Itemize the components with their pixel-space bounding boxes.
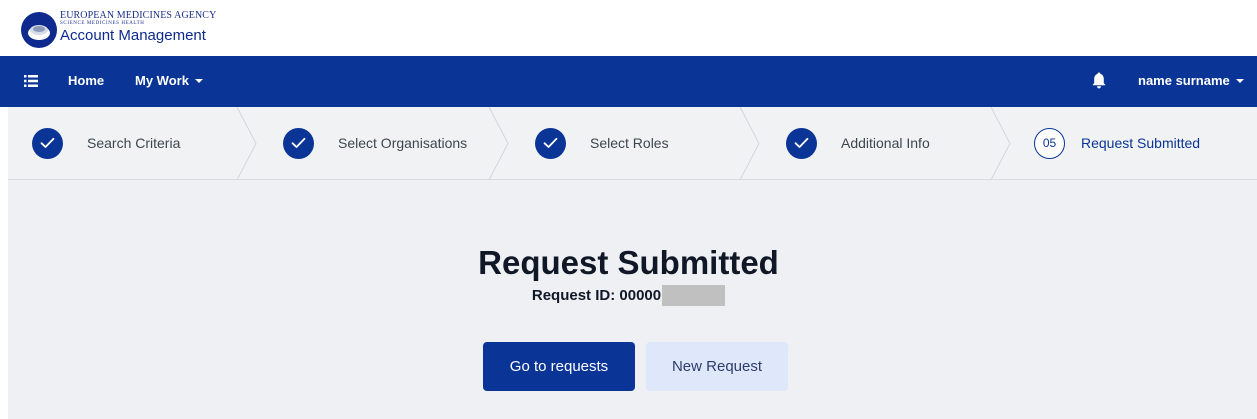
ema-logo [21,12,57,48]
nav-home[interactable]: Home [68,73,104,89]
agency-name: EUROPEAN MEDICINES AGENCY [60,10,217,21]
step-search-criteria: Search Criteria [32,107,180,179]
step-select-roles: Select Roles [535,107,669,179]
step-divider [990,107,1011,180]
step-divider [236,107,257,180]
step-request-submitted: 05 Request Submitted [1034,107,1200,179]
step-label: Search Criteria [87,135,181,151]
bell-icon[interactable] [1092,72,1106,89]
check-icon [32,127,63,159]
step-number: 05 [1034,127,1065,159]
top-navbar: Home My Work name surname [0,56,1257,107]
brand-text: EUROPEAN MEDICINES AGENCY SCIENCE MEDICI… [60,10,216,45]
redacted-block [662,285,726,306]
step-additional-info: Additional Info [786,107,930,179]
request-id-row: Request ID: 00000 [0,285,1257,306]
check-icon [786,127,817,159]
step-label: Select Organisations [338,135,468,151]
step-label: Select Roles [590,135,669,151]
new-request-button[interactable]: New Request [646,342,788,391]
nav-my-work[interactable]: My Work [135,73,203,89]
page-title: Request Submitted [478,244,779,281]
brand-header: EUROPEAN MEDICINES AGENCY SCIENCE MEDICI… [0,0,1257,56]
chevron-down-icon [194,79,203,83]
step-label: Additional Info [841,135,930,151]
check-icon [535,127,566,159]
step-select-organisations: Select Organisations [283,107,467,179]
step-label: Request Submitted [1081,135,1201,151]
request-id: Request ID: 00000 [531,286,662,304]
go-to-requests-button[interactable]: Go to requests [483,342,635,391]
nav-my-work-label: My Work [135,73,189,88]
user-menu[interactable]: name surname [1138,73,1244,89]
progress-stepper: Search Criteria Select Organisations Sel… [8,107,1257,180]
chevron-down-icon [1235,79,1244,83]
step-divider [739,107,760,180]
step-divider [488,107,509,180]
check-icon [283,127,314,159]
app-name: Account Management [60,27,206,44]
user-name: name surname [1138,73,1230,88]
menu-icon[interactable] [24,75,38,87]
